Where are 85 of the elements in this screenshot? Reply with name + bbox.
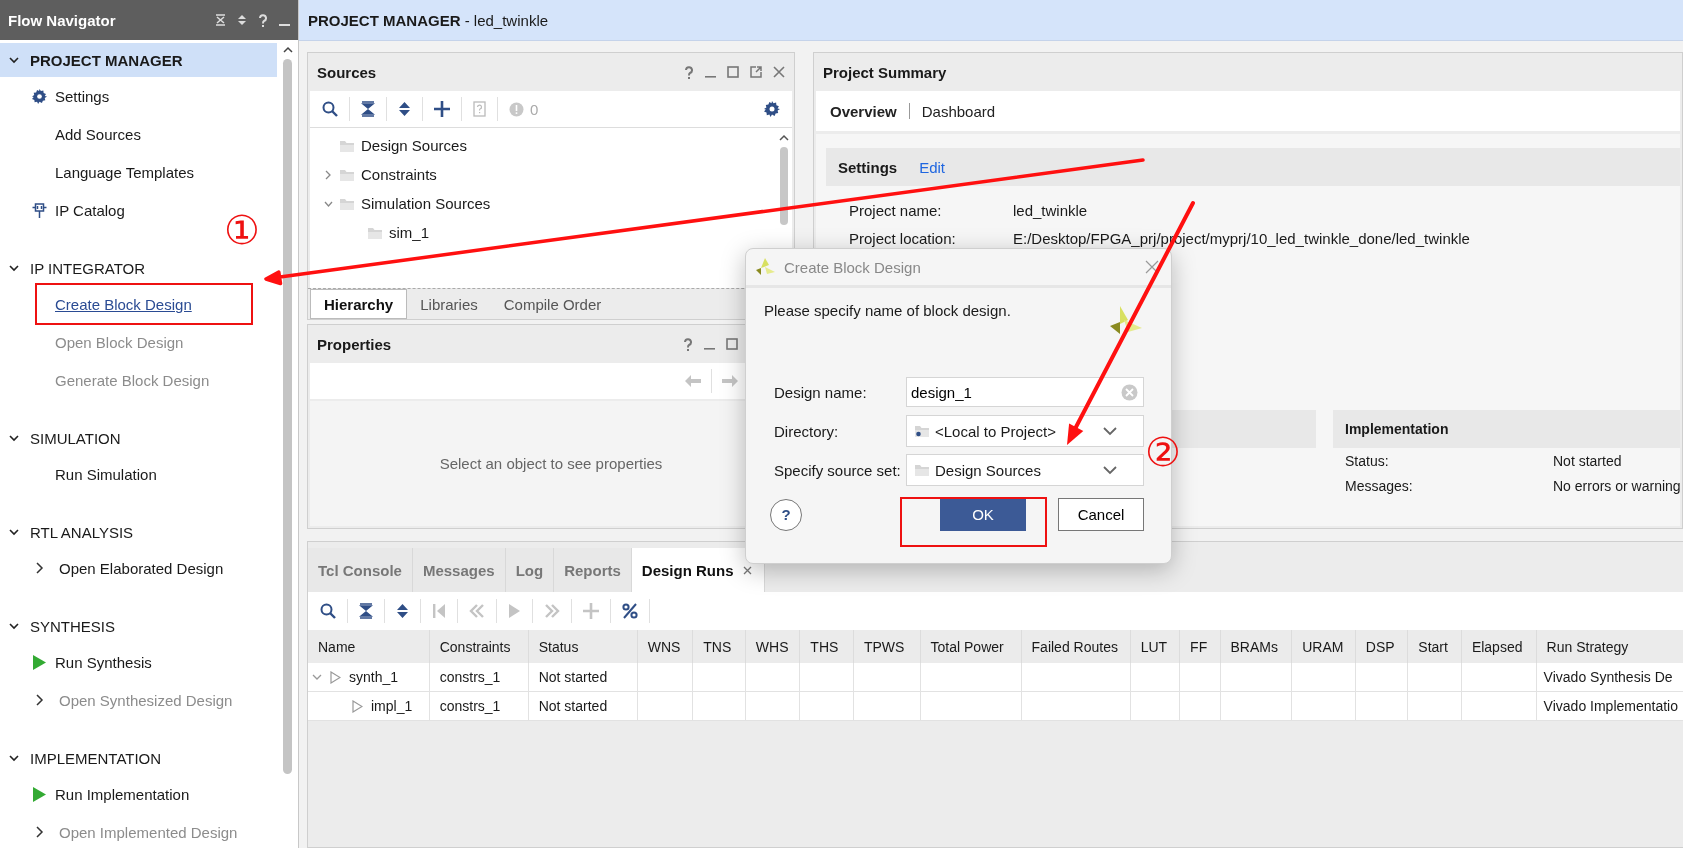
nav-link[interactable]: Open Elaborated Design <box>59 559 224 577</box>
column-header[interactable]: URAM <box>1291 630 1356 663</box>
nav-link[interactable]: Language Templates <box>55 163 194 181</box>
field-value: Not started <box>1553 452 1622 469</box>
tab[interactable]: Tcl Console <box>308 548 413 592</box>
table-cell: constrs_1 <box>439 669 501 685</box>
column-header[interactable]: Elapsed <box>1461 630 1537 663</box>
field-value: led_twinkle <box>1013 201 1088 219</box>
tab[interactable]: Log <box>505 548 555 592</box>
panel-title: Sources <box>317 63 378 81</box>
table-cell: Vivado Implementatio <box>1543 698 1678 714</box>
column-header[interactable]: Total Power <box>920 630 1022 663</box>
panel-title: Properties <box>317 335 393 353</box>
field-label: Specify source set: <box>774 461 902 479</box>
column-header[interactable]: TNS <box>692 630 746 663</box>
tab[interactable]: Libraries <box>407 289 491 319</box>
tree-item[interactable]: sim_1 <box>389 224 429 241</box>
column-header[interactable]: Failed Routes <box>1021 630 1131 663</box>
column-header[interactable]: LUT <box>1130 630 1180 663</box>
nav-link[interactable]: Run Implementation <box>55 785 190 803</box>
tab[interactable]: Messages <box>412 548 506 592</box>
tab[interactable]: Design Runs <box>631 548 765 592</box>
tree-item[interactable]: Simulation Sources <box>361 195 491 212</box>
column-header[interactable]: Name <box>308 630 430 663</box>
tab[interactable]: Overview <box>824 102 903 120</box>
field-label: Status: <box>1345 452 1390 469</box>
tab[interactable]: Reports <box>554 548 632 592</box>
help-button[interactable]: ? <box>770 498 802 531</box>
column-header[interactable]: WNS <box>637 630 693 663</box>
table-cell: Not started <box>538 698 608 714</box>
column-header[interactable]: Run Strategy <box>1536 630 1683 663</box>
field-label: Messages: <box>1345 477 1414 494</box>
column-header[interactable]: THS <box>799 630 854 663</box>
dialog-title: Create Block Design <box>784 258 921 276</box>
column-header[interactable]: TPWS <box>853 630 921 663</box>
tree-item[interactable]: Design Sources <box>361 137 467 154</box>
nav-link[interactable]: Add Sources <box>55 125 141 143</box>
section-title: Settings <box>838 158 898 176</box>
column-header[interactable]: DSP <box>1355 630 1408 663</box>
field-value: No errors or warning <box>1553 477 1680 494</box>
table-cell: impl_1 <box>371 698 413 714</box>
nav-link[interactable]: Run Simulation <box>55 465 157 483</box>
nav-link[interactable]: Run Synthesis <box>55 653 152 671</box>
dialog-button[interactable]: Cancel <box>1058 498 1144 531</box>
step-number: ② <box>1145 432 1181 472</box>
panel-title: Flow Navigator <box>8 11 117 29</box>
table-cell: Not started <box>538 669 608 685</box>
table-cell: synth_1 <box>349 669 399 685</box>
table-cell: Vivado Synthesis De <box>1543 669 1673 685</box>
empty-message: Select an object to see properties <box>439 455 663 472</box>
field-label: Project location: <box>849 229 957 247</box>
field-label: Design name: <box>774 383 868 401</box>
column-header[interactable]: Status <box>528 630 638 663</box>
page-title: PROJECT MANAGER - led_twinkle <box>308 11 549 29</box>
column-header[interactable]: FF <box>1179 630 1220 663</box>
dropdown[interactable]: <Local to Project> <box>906 415 1144 447</box>
tab[interactable]: Hierarchy <box>310 289 408 319</box>
field-label: Directory: <box>774 422 840 440</box>
column-header[interactable]: BRAMs <box>1220 630 1292 663</box>
nav-link[interactable]: Create Block Design <box>55 295 192 313</box>
nav-link[interactable]: Settings <box>55 87 110 105</box>
tab[interactable]: Dashboard <box>915 102 1002 120</box>
name-field[interactable]: design_1 <box>906 377 1144 407</box>
step-number: ① <box>224 210 260 250</box>
section-header[interactable]: RTL ANALYSIS <box>0 515 277 549</box>
tree-item[interactable]: Constraints <box>361 166 437 183</box>
column-header[interactable]: Constraints <box>429 630 529 663</box>
column-header[interactable]: Start <box>1407 630 1462 663</box>
nav-link[interactable]: IP Catalog <box>55 201 125 219</box>
field-label: Project name: <box>849 201 943 219</box>
section-header[interactable]: PROJECT MANAGER <box>0 43 277 77</box>
tab[interactable]: Compile Order <box>490 289 615 319</box>
dialog-message: Please specify name of block design. <box>764 302 1011 319</box>
section-title: Implementation <box>1345 421 1449 437</box>
dropdown[interactable]: Design Sources <box>906 454 1144 486</box>
panel-title: Project Summary <box>823 63 948 81</box>
section-header[interactable]: SYNTHESIS <box>0 609 277 643</box>
column-header[interactable]: WHS <box>745 630 800 663</box>
section-header[interactable]: IP INTEGRATOR <box>0 251 277 285</box>
edit-link[interactable]: Edit <box>919 158 946 176</box>
dialog-button[interactable]: OK <box>940 498 1026 531</box>
section-header[interactable]: SIMULATION <box>0 421 277 455</box>
table-cell: constrs_1 <box>439 698 501 714</box>
section-header[interactable]: IMPLEMENTATION <box>0 741 277 775</box>
count-label: 0 <box>530 100 539 118</box>
